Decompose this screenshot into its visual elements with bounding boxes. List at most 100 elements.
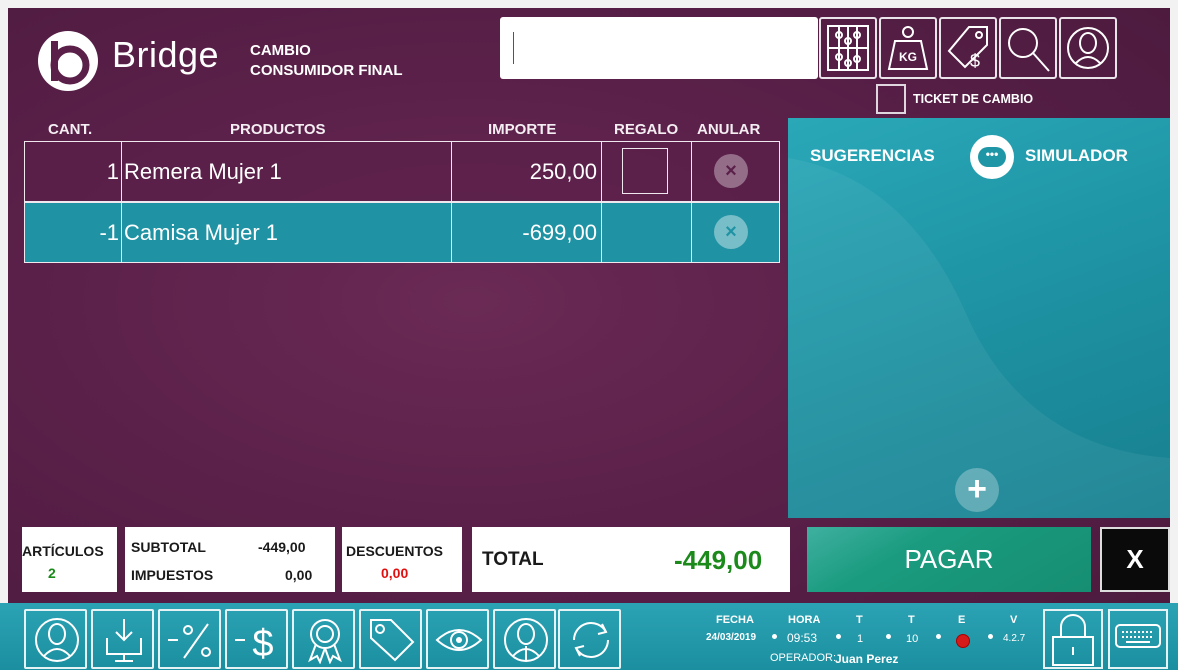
window-frame-top xyxy=(0,0,1178,8)
total-label: TOTAL xyxy=(482,549,544,570)
dollar-discount-icon: $ xyxy=(235,623,274,664)
separator-dot xyxy=(772,634,777,639)
fecha-label: FECHA xyxy=(716,614,754,626)
status-indicator xyxy=(956,634,970,648)
search-button[interactable] xyxy=(999,17,1057,79)
chat-bubble: ••• xyxy=(978,147,1006,167)
void-item-button[interactable]: × xyxy=(714,154,748,188)
hora-value: 09:53 xyxy=(787,631,818,645)
price-tag-icon: $ xyxy=(947,26,988,71)
terminal-value: 1 xyxy=(857,633,864,645)
dollar-discount-button[interactable]: $ xyxy=(225,609,288,669)
search-icon xyxy=(1008,28,1050,72)
column-header-qty: CANT. xyxy=(48,121,93,138)
text-caret xyxy=(513,32,514,64)
seller-button[interactable] xyxy=(493,609,556,669)
keyboard-button[interactable] xyxy=(1108,609,1168,669)
window-frame-right xyxy=(1170,0,1178,670)
tag-icon xyxy=(370,619,415,662)
column-header-void: ANULAR xyxy=(697,121,761,138)
percent-discount-icon xyxy=(168,623,211,659)
row-amount: -699,00 xyxy=(452,203,602,262)
fecha-value: 24/03/2019 xyxy=(706,632,757,643)
logo-text: Bridge xyxy=(112,34,220,75)
chat-icon[interactable]: ••• xyxy=(970,135,1014,179)
mode-title: CAMBIO xyxy=(250,42,311,59)
articles-box: ARTÍCULOS 2 xyxy=(22,527,117,592)
svg-text:$: $ xyxy=(970,51,980,71)
ticket-cambio-label: TICKET DE CAMBIO xyxy=(913,92,1034,106)
customer-button[interactable] xyxy=(24,609,87,669)
weight-kg-icon: KG xyxy=(887,26,929,70)
hora-label: HORA xyxy=(788,614,821,626)
taxes-label: IMPUESTOS xyxy=(131,567,214,583)
keyboard-icon xyxy=(1115,624,1161,648)
turn-value: 10 xyxy=(906,633,919,645)
subtotal-value: -449,00 xyxy=(258,539,306,555)
svg-text:$: $ xyxy=(252,623,273,664)
weight-button[interactable]: KG xyxy=(879,17,937,79)
lock-icon xyxy=(1052,614,1094,666)
bridge-logo-icon xyxy=(38,31,98,91)
discounts-box: DESCUENTOS 0,00 xyxy=(342,527,462,592)
articles-label: ARTÍCULOS xyxy=(22,543,104,559)
award-icon xyxy=(308,619,342,664)
table-row[interactable]: 1 Remera Mujer 1 250,00 × xyxy=(24,141,780,202)
row-product: Camisa Mujer 1 xyxy=(122,203,452,262)
column-header-amount: IMPORTE xyxy=(488,121,557,138)
row-product: Remera Mujer 1 xyxy=(122,142,452,201)
customer-button[interactable] xyxy=(1059,17,1117,79)
lock-button[interactable] xyxy=(1043,609,1103,669)
separator-dot xyxy=(836,634,841,639)
row-amount: 250,00 xyxy=(452,142,602,201)
void-item-button[interactable]: × xyxy=(714,215,748,249)
abacus-icon xyxy=(827,25,869,71)
customer-icon xyxy=(35,618,79,662)
tag-button[interactable] xyxy=(359,609,422,669)
row-gift-cell xyxy=(602,203,692,262)
version-value: 4.2.7 xyxy=(1003,633,1026,644)
svg-text:KG: KG xyxy=(899,50,917,64)
suggestions-panel-shape xyxy=(788,158,1170,518)
simulator-title[interactable]: SIMULADOR xyxy=(1025,146,1128,166)
pay-button[interactable]: PAGAR xyxy=(807,527,1091,592)
table-row[interactable]: -1 Camisa Mujer 1 -699,00 × xyxy=(24,202,780,263)
view-button[interactable] xyxy=(426,609,489,669)
separator-dot xyxy=(988,634,993,639)
operator-name: Juan Perez xyxy=(835,652,899,666)
refresh-icon xyxy=(573,622,609,658)
seller-icon xyxy=(504,618,548,662)
abacus-button[interactable] xyxy=(819,17,877,79)
price-tag-button[interactable]: $ xyxy=(939,17,997,79)
promotion-button[interactable] xyxy=(292,609,355,669)
close-button[interactable]: X xyxy=(1100,527,1170,592)
separator-dot xyxy=(936,634,941,639)
add-suggestion-button[interactable]: + xyxy=(955,468,999,512)
total-value: -449,00 xyxy=(674,545,763,575)
articles-value: 2 xyxy=(48,565,56,581)
column-header-gift: REGALO xyxy=(614,121,679,138)
download-button[interactable] xyxy=(91,609,154,669)
gift-checkbox[interactable] xyxy=(622,148,668,194)
row-qty: -1 xyxy=(25,203,122,262)
row-gift-cell xyxy=(602,142,692,201)
ticket-cambio-checkbox[interactable] xyxy=(876,84,906,114)
customer-icon xyxy=(1067,27,1109,69)
row-void-cell: × xyxy=(692,142,781,201)
subtotal-label: SUBTOTAL xyxy=(131,539,206,555)
download-icon xyxy=(106,619,142,662)
column-header-products: PRODUCTOS xyxy=(230,121,326,138)
taxes-value: 0,00 xyxy=(285,567,313,583)
window-frame-left xyxy=(0,0,8,670)
search-input[interactable] xyxy=(500,17,818,79)
row-void-cell: × xyxy=(692,203,781,262)
refresh-button[interactable] xyxy=(558,609,621,669)
customer-type: CONSUMIDOR FINAL xyxy=(250,62,403,79)
terminal-label: T xyxy=(856,614,863,626)
eye-icon xyxy=(435,629,483,651)
items-table: 1 Remera Mujer 1 250,00 × -1 Camisa Muje… xyxy=(24,141,780,264)
discounts-label: DESCUENTOS xyxy=(346,543,443,559)
percent-discount-button[interactable] xyxy=(158,609,221,669)
suggestions-title[interactable]: SUGERENCIAS xyxy=(810,146,935,166)
subtotal-box: SUBTOTAL -449,00 IMPUESTOS 0,00 xyxy=(125,527,335,592)
